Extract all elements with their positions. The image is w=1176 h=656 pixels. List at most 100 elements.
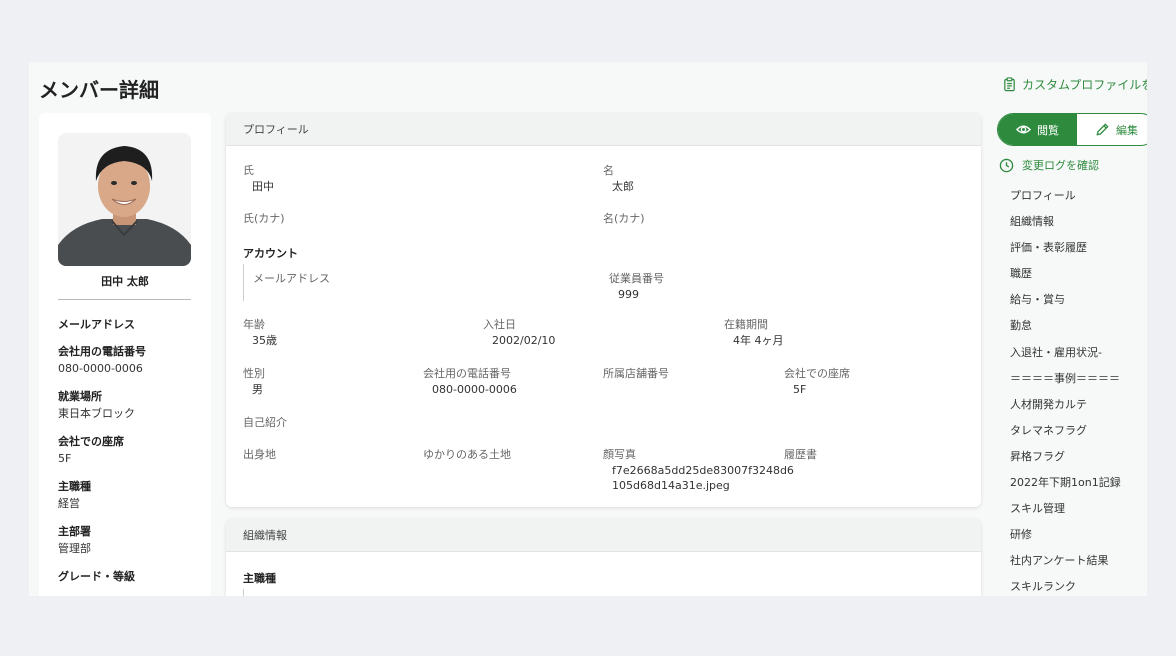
custom-profile-link-label: カスタムプロファイルを [1022, 78, 1147, 92]
summary-main-job: 主職種 経営 [58, 479, 203, 512]
field-label: 履歴書 [784, 448, 817, 461]
section-bar [243, 264, 244, 301]
summary-email: メールアドレス [58, 317, 203, 332]
nav-item-career-history[interactable]: 職歴 [1010, 261, 1121, 287]
age-field: 年齢 35歳 [243, 317, 277, 348]
section-bar [243, 589, 244, 596]
field-value: 東日本ブロック [58, 407, 135, 420]
nav-item-promotion-flag[interactable]: 昇格フラグ [1010, 444, 1121, 470]
first-name-kana-field: 名(カナ) [603, 211, 645, 226]
field-label: グレード・等級 [58, 570, 135, 583]
divider [58, 299, 191, 300]
nav-item-talent-chart[interactable]: 人材開発カルテ [1010, 392, 1121, 418]
nav-item-organization[interactable]: 組織情報 [1010, 209, 1121, 235]
field-label: 会社用の電話番号 [58, 345, 146, 358]
field-label: 出身地 [243, 448, 276, 461]
seat-field: 会社での座席 5F [784, 366, 850, 397]
nav-item-skill-rank[interactable]: スキルランク [1010, 574, 1121, 596]
edit-mode-button[interactable]: 編集 [1077, 114, 1147, 145]
nav-item-employment-status[interactable]: 入退社・雇用状況- [1010, 340, 1121, 366]
field-value: 2002/02/10 [492, 334, 556, 347]
account-section-title: アカウント [243, 247, 298, 260]
clipboard-icon [1004, 77, 1015, 92]
nav-item-attendance[interactable]: 勤怠 [1010, 313, 1121, 339]
company-phone-field: 会社用の電話番号 080-0000-0006 [423, 366, 517, 397]
nav-item-evaluation-history[interactable]: 評価・表彰履歴 [1010, 235, 1121, 261]
summary-company-phone: 会社用の電話番号 080-0000-0006 [58, 344, 203, 377]
member-summary-card: 田中 太郎 メールアドレス 会社用の電話番号 080-0000-0006 就業場… [39, 113, 211, 596]
field-value: 田中 [252, 180, 274, 193]
field-value: 5F [793, 383, 807, 396]
nav-item-profile[interactable]: プロフィール [1010, 183, 1121, 209]
photo-file-link[interactable]: f7e2668a5dd25de83007f3248d6 [603, 463, 794, 478]
app-frame: メンバー詳細 カスタムプロファイルを 田中 太郎 メールアドレス 会社用の電話番… [29, 62, 1147, 596]
avatar [58, 133, 191, 266]
field-value: 080-0000-0006 [58, 362, 143, 375]
tenure-field: 在籍期間 4年 4ヶ月 [724, 317, 784, 348]
field-label: 名(カナ) [603, 212, 645, 225]
page-title: メンバー詳細 [39, 78, 159, 102]
summary-main-department: 主部署 管理部 [58, 524, 203, 557]
field-label: 入社日 [483, 318, 516, 331]
nav-item-salary[interactable]: 給与・賞与 [1010, 287, 1121, 313]
view-mode-label: 閲覧 [1037, 123, 1059, 137]
changelog-label: 変更ログを確認 [1022, 159, 1099, 172]
nav-item-survey-results[interactable]: 社内アンケート結果 [1010, 548, 1121, 574]
field-label: 主部署 [58, 525, 91, 538]
member-summary-fields: メールアドレス 会社用の電話番号 080-0000-0006 就業場所 東日本ブ… [58, 317, 203, 596]
field-label: ゆかりのある土地 [423, 448, 511, 461]
field-value: 35歳 [252, 334, 277, 347]
first-name-field: 名 太郎 [603, 163, 634, 194]
field-label: 会社での座席 [784, 367, 850, 380]
organization-card: 組織情報 主職種 [226, 519, 981, 596]
field-label: 自己紹介 [243, 416, 287, 429]
store-number-field: 所属店舗番号 [603, 366, 669, 381]
summary-seat: 会社での座席 5F [58, 434, 203, 467]
last-name-kana-field: 氏(カナ) [243, 211, 285, 226]
related-place-field: ゆかりのある土地 [423, 447, 511, 462]
resume-field: 履歴書 [784, 447, 817, 462]
changelog-link[interactable]: 変更ログを確認 [999, 157, 1099, 173]
section-nav: プロフィール 組織情報 評価・表彰履歴 職歴 給与・賞与 勤怠 入退社・雇用状況… [1010, 183, 1121, 596]
field-label: 主職種 [58, 480, 91, 493]
field-label: 従業員番号 [609, 272, 664, 285]
main-job-section-title: 主職種 [243, 572, 276, 585]
field-value: 経営 [58, 497, 80, 510]
field-label: 会社での座席 [58, 435, 124, 448]
field-label: 所属店舗番号 [603, 367, 669, 380]
self-intro-field: 自己紹介 [243, 415, 287, 430]
field-value: 999 [618, 288, 639, 301]
field-label: 会社用の電話番号 [423, 367, 511, 380]
photo-file-link[interactable]: 105d68d14a31e.jpeg [603, 478, 794, 493]
nav-item-talent-flag[interactable]: タレマネフラグ [1010, 418, 1121, 444]
photo-field: 顔写真 f7e2668a5dd25de83007f3248d6 105d68d1… [603, 447, 794, 493]
pencil-icon [1096, 123, 1109, 136]
birthplace-field: 出身地 [243, 447, 276, 462]
nav-item-training[interactable]: 研修 [1010, 522, 1121, 548]
nav-item-case-examples[interactable]: ＝＝＝＝事例＝＝＝＝ [1010, 366, 1121, 392]
profile-card: プロフィール 氏 田中 名 太郎 氏(カナ) 名(カナ) アカウント メールアド… [226, 113, 981, 507]
field-label: 年齢 [243, 318, 265, 331]
field-value: 080-0000-0006 [432, 383, 517, 396]
field-label: 氏 [243, 164, 254, 177]
nav-item-skill-management[interactable]: スキル管理 [1010, 496, 1121, 522]
nav-item-1on1-record[interactable]: 2022年下期1on1記録 [1010, 470, 1121, 496]
person-photo-icon [58, 133, 191, 266]
field-label: 氏(カナ) [243, 212, 285, 225]
field-label: 就業場所 [58, 390, 102, 403]
summary-workplace: 就業場所 東日本ブロック [58, 389, 203, 422]
clock-icon [999, 158, 1014, 172]
field-label: 性別 [243, 367, 265, 380]
join-date-field: 入社日 2002/02/10 [483, 317, 555, 348]
custom-profile-link[interactable]: カスタムプロファイルを [1002, 76, 1147, 93]
email-field: メールアドレス [253, 271, 330, 286]
view-mode-button[interactable]: 閲覧 [998, 114, 1077, 145]
field-value: 管理部 [58, 542, 91, 555]
field-value: 4年 4ヶ月 [733, 334, 784, 347]
view-edit-toggle: 閲覧 編集 [997, 113, 1147, 146]
profile-card-header: プロフィール [226, 113, 981, 146]
field-label: 顔写真 [603, 448, 636, 461]
eye-icon [1016, 125, 1031, 134]
summary-grade: グレード・等級 [58, 569, 203, 584]
organization-card-header: 組織情報 [226, 519, 981, 552]
